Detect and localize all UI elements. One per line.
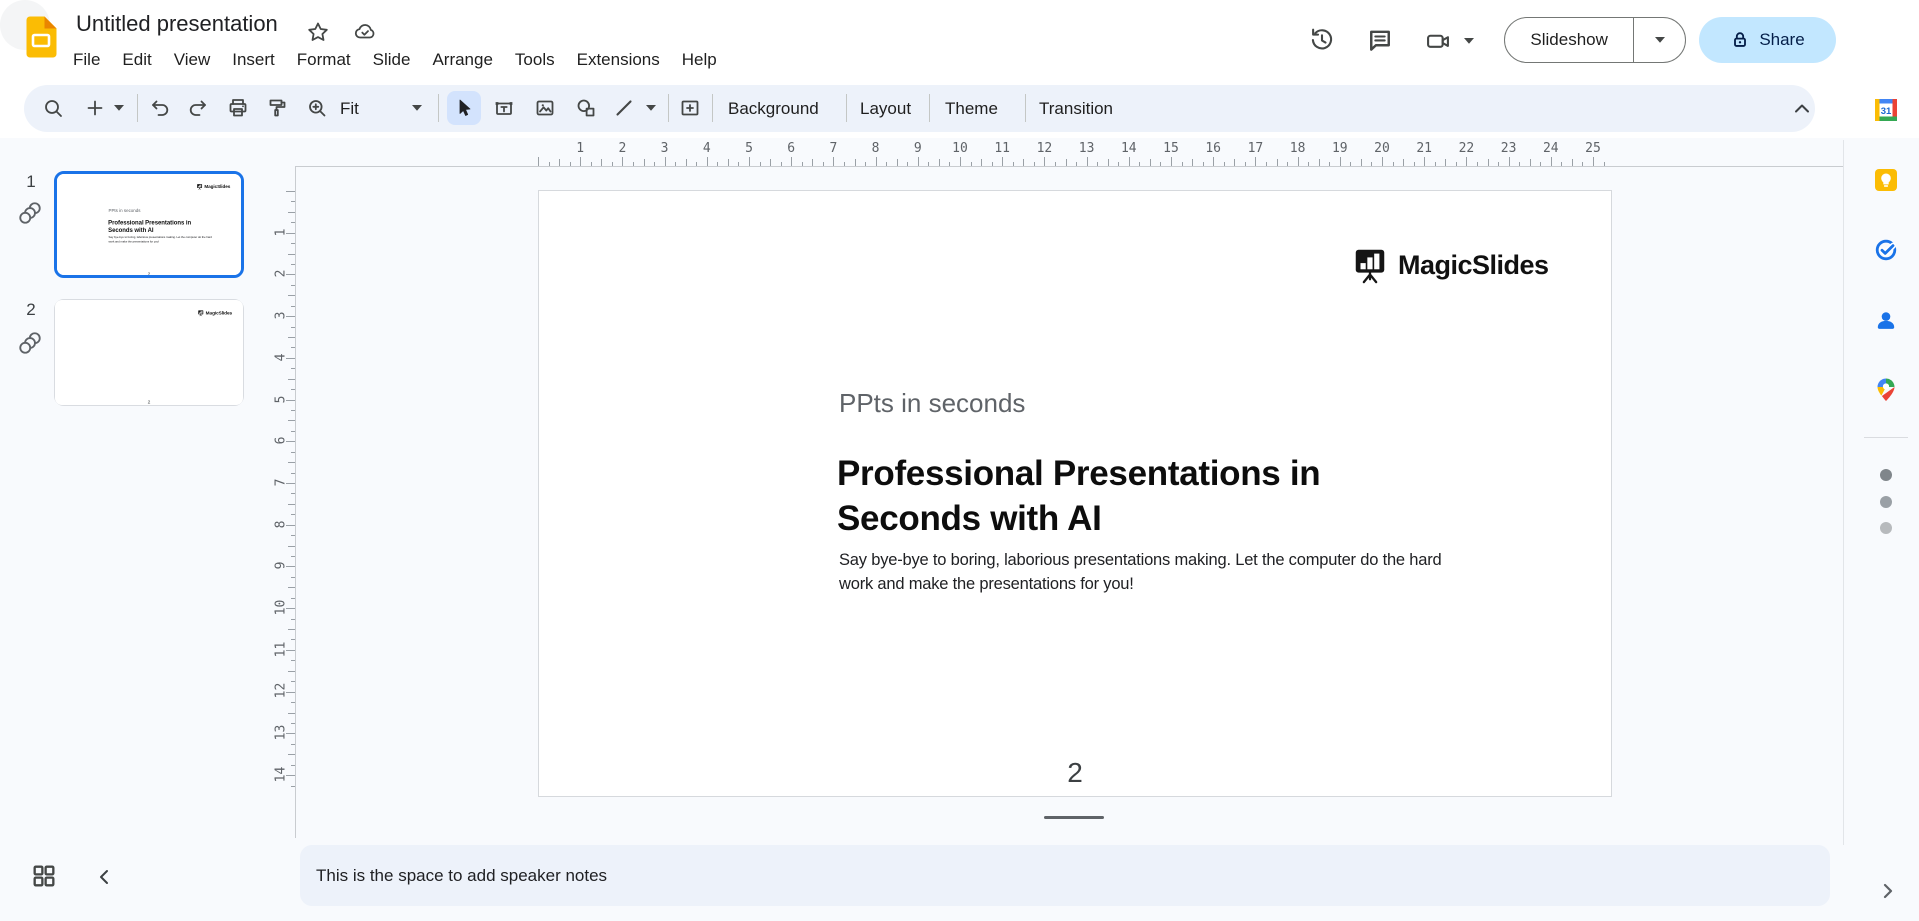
google-calendar-icon[interactable]: 31 [1872, 96, 1900, 124]
menu-format[interactable]: Format [286, 45, 362, 75]
magicslides-wordmark: MagicSlides [1398, 250, 1549, 281]
new-slide-icon[interactable] [83, 96, 107, 120]
menu-file[interactable]: File [62, 45, 111, 75]
lock-icon [1730, 30, 1750, 50]
slide-2-number: 2 [22, 300, 40, 320]
google-tasks-icon[interactable] [1872, 236, 1900, 264]
grid-view-icon[interactable] [30, 862, 58, 890]
menu-extensions[interactable]: Extensions [566, 45, 671, 75]
slide-2-preview: MagicSlides 2 [55, 300, 243, 405]
google-keep-icon[interactable] [1872, 166, 1900, 194]
slide-page-number[interactable]: 2 [539, 757, 1611, 789]
collapse-filmstrip-chevron-icon[interactable] [95, 867, 115, 887]
cursor-arrow-icon [452, 96, 476, 120]
document-title[interactable]: Untitled presentation [76, 11, 278, 37]
slideshow-options-button[interactable] [1633, 18, 1685, 62]
canvas-border-right [1843, 140, 1844, 845]
menu-insert[interactable]: Insert [221, 45, 286, 75]
side-panel-dot[interactable] [1880, 522, 1892, 534]
menu-bar: FileEditViewInsertFormatSlideArrangeTool… [62, 45, 728, 75]
toolbar-separator [668, 94, 669, 122]
toolbar-separator [846, 94, 847, 122]
slide-1-preview: MagicSlides PPts in seconds Professional… [57, 174, 241, 275]
magicslides-board-icon [196, 183, 203, 190]
transition-button[interactable]: Transition [1039, 97, 1113, 121]
toolbar-separator [1025, 94, 1026, 122]
undo-icon[interactable] [148, 96, 172, 120]
slide-subtitle-textbox[interactable]: PPts in seconds [839, 388, 1025, 419]
side-panel-dot[interactable] [1880, 469, 1892, 481]
menu-edit[interactable]: Edit [111, 45, 162, 75]
magicslides-logo: MagicSlides [196, 183, 230, 190]
toolbar-separator [929, 94, 930, 122]
toolbar-separator [712, 94, 713, 122]
slide-body-textbox[interactable]: Say bye-bye to boring, laborious present… [839, 549, 1469, 596]
insert-line-icon[interactable] [612, 96, 636, 120]
slide-title-textbox[interactable]: Professional Presentations in Seconds wi… [837, 451, 1397, 541]
magicslides-board-icon [1351, 245, 1389, 285]
menu-slide[interactable]: Slide [362, 45, 422, 75]
side-panel-divider [1864, 437, 1908, 438]
zoom-caret-icon[interactable] [412, 105, 422, 111]
insert-shape-icon[interactable] [574, 96, 598, 120]
transition-indicator-icon[interactable] [17, 330, 43, 356]
line-caret-icon[interactable] [646, 105, 656, 111]
notes-resize-handle[interactable] [1044, 816, 1104, 819]
star-icon[interactable] [306, 20, 330, 44]
menu-tools[interactable]: Tools [504, 45, 566, 75]
meet-camera-icon[interactable] [1424, 27, 1452, 55]
speaker-notes-placeholder: This is the space to add speaker notes [316, 866, 607, 886]
version-history-icon[interactable] [1308, 26, 1336, 54]
slide-canvas[interactable]: MagicSlides PPts in seconds Professional… [538, 190, 1612, 797]
slide-thumbnail-2[interactable]: MagicSlides 2 [54, 299, 244, 406]
new-slide-caret-icon[interactable] [114, 105, 124, 111]
transition-indicator-icon[interactable] [17, 200, 43, 226]
canvas-border-left [295, 166, 296, 838]
print-icon[interactable] [226, 96, 250, 120]
slideshow-label[interactable]: Slideshow [1505, 30, 1633, 50]
meet-dropdown-caret-icon[interactable] [1464, 38, 1474, 44]
toolbar-separator [137, 94, 138, 122]
select-tool-button[interactable] [447, 91, 481, 125]
text-box-icon[interactable] [492, 96, 516, 120]
paint-format-icon[interactable] [265, 96, 289, 120]
slide-thumbnail-1[interactable]: MagicSlides PPts in seconds Professional… [54, 171, 244, 278]
side-panel-dot[interactable] [1880, 496, 1892, 508]
slideshow-button[interactable]: Slideshow [1504, 17, 1686, 63]
magicslides-logo: MagicSlides [197, 309, 232, 316]
magicslides-logo: MagicSlides [1351, 245, 1549, 285]
slide-1-number: 1 [22, 172, 40, 192]
search-menus-icon[interactable] [41, 96, 65, 120]
speaker-notes-input[interactable]: This is the space to add speaker notes [300, 845, 1830, 906]
toolbar-separator [438, 94, 439, 122]
expand-side-panel-chevron-icon[interactable] [1877, 881, 1897, 901]
menu-view[interactable]: View [163, 45, 222, 75]
google-maps-icon[interactable] [1872, 376, 1900, 404]
insert-image-icon[interactable] [533, 96, 557, 120]
canvas-border-top [295, 166, 1844, 167]
background-button[interactable]: Background [728, 97, 819, 121]
share-button[interactable]: Share [1699, 17, 1836, 63]
layout-button[interactable]: Layout [860, 97, 911, 121]
zoom-select[interactable]: Fit [340, 97, 359, 121]
insert-placeholder-icon[interactable] [678, 96, 702, 120]
collapse-toolbar-icon[interactable] [1790, 97, 1814, 121]
main-toolbar [24, 85, 1815, 132]
google-slides-app: Untitled presentation FileEditViewInsert… [0, 0, 1919, 921]
magicslides-board-icon [197, 309, 204, 316]
cloud-saved-icon[interactable] [352, 20, 378, 44]
svg-text:31: 31 [1881, 106, 1892, 117]
theme-button[interactable]: Theme [945, 97, 998, 121]
redo-icon[interactable] [186, 96, 210, 120]
zoom-icon[interactable] [305, 96, 329, 120]
menu-arrange[interactable]: Arrange [421, 45, 503, 75]
slides-logo-icon[interactable] [24, 15, 58, 59]
google-contacts-icon[interactable] [1872, 306, 1900, 334]
comments-icon[interactable] [1366, 26, 1394, 54]
chevron-down-icon [1655, 37, 1665, 43]
menu-help[interactable]: Help [671, 45, 728, 75]
share-label: Share [1759, 30, 1804, 50]
